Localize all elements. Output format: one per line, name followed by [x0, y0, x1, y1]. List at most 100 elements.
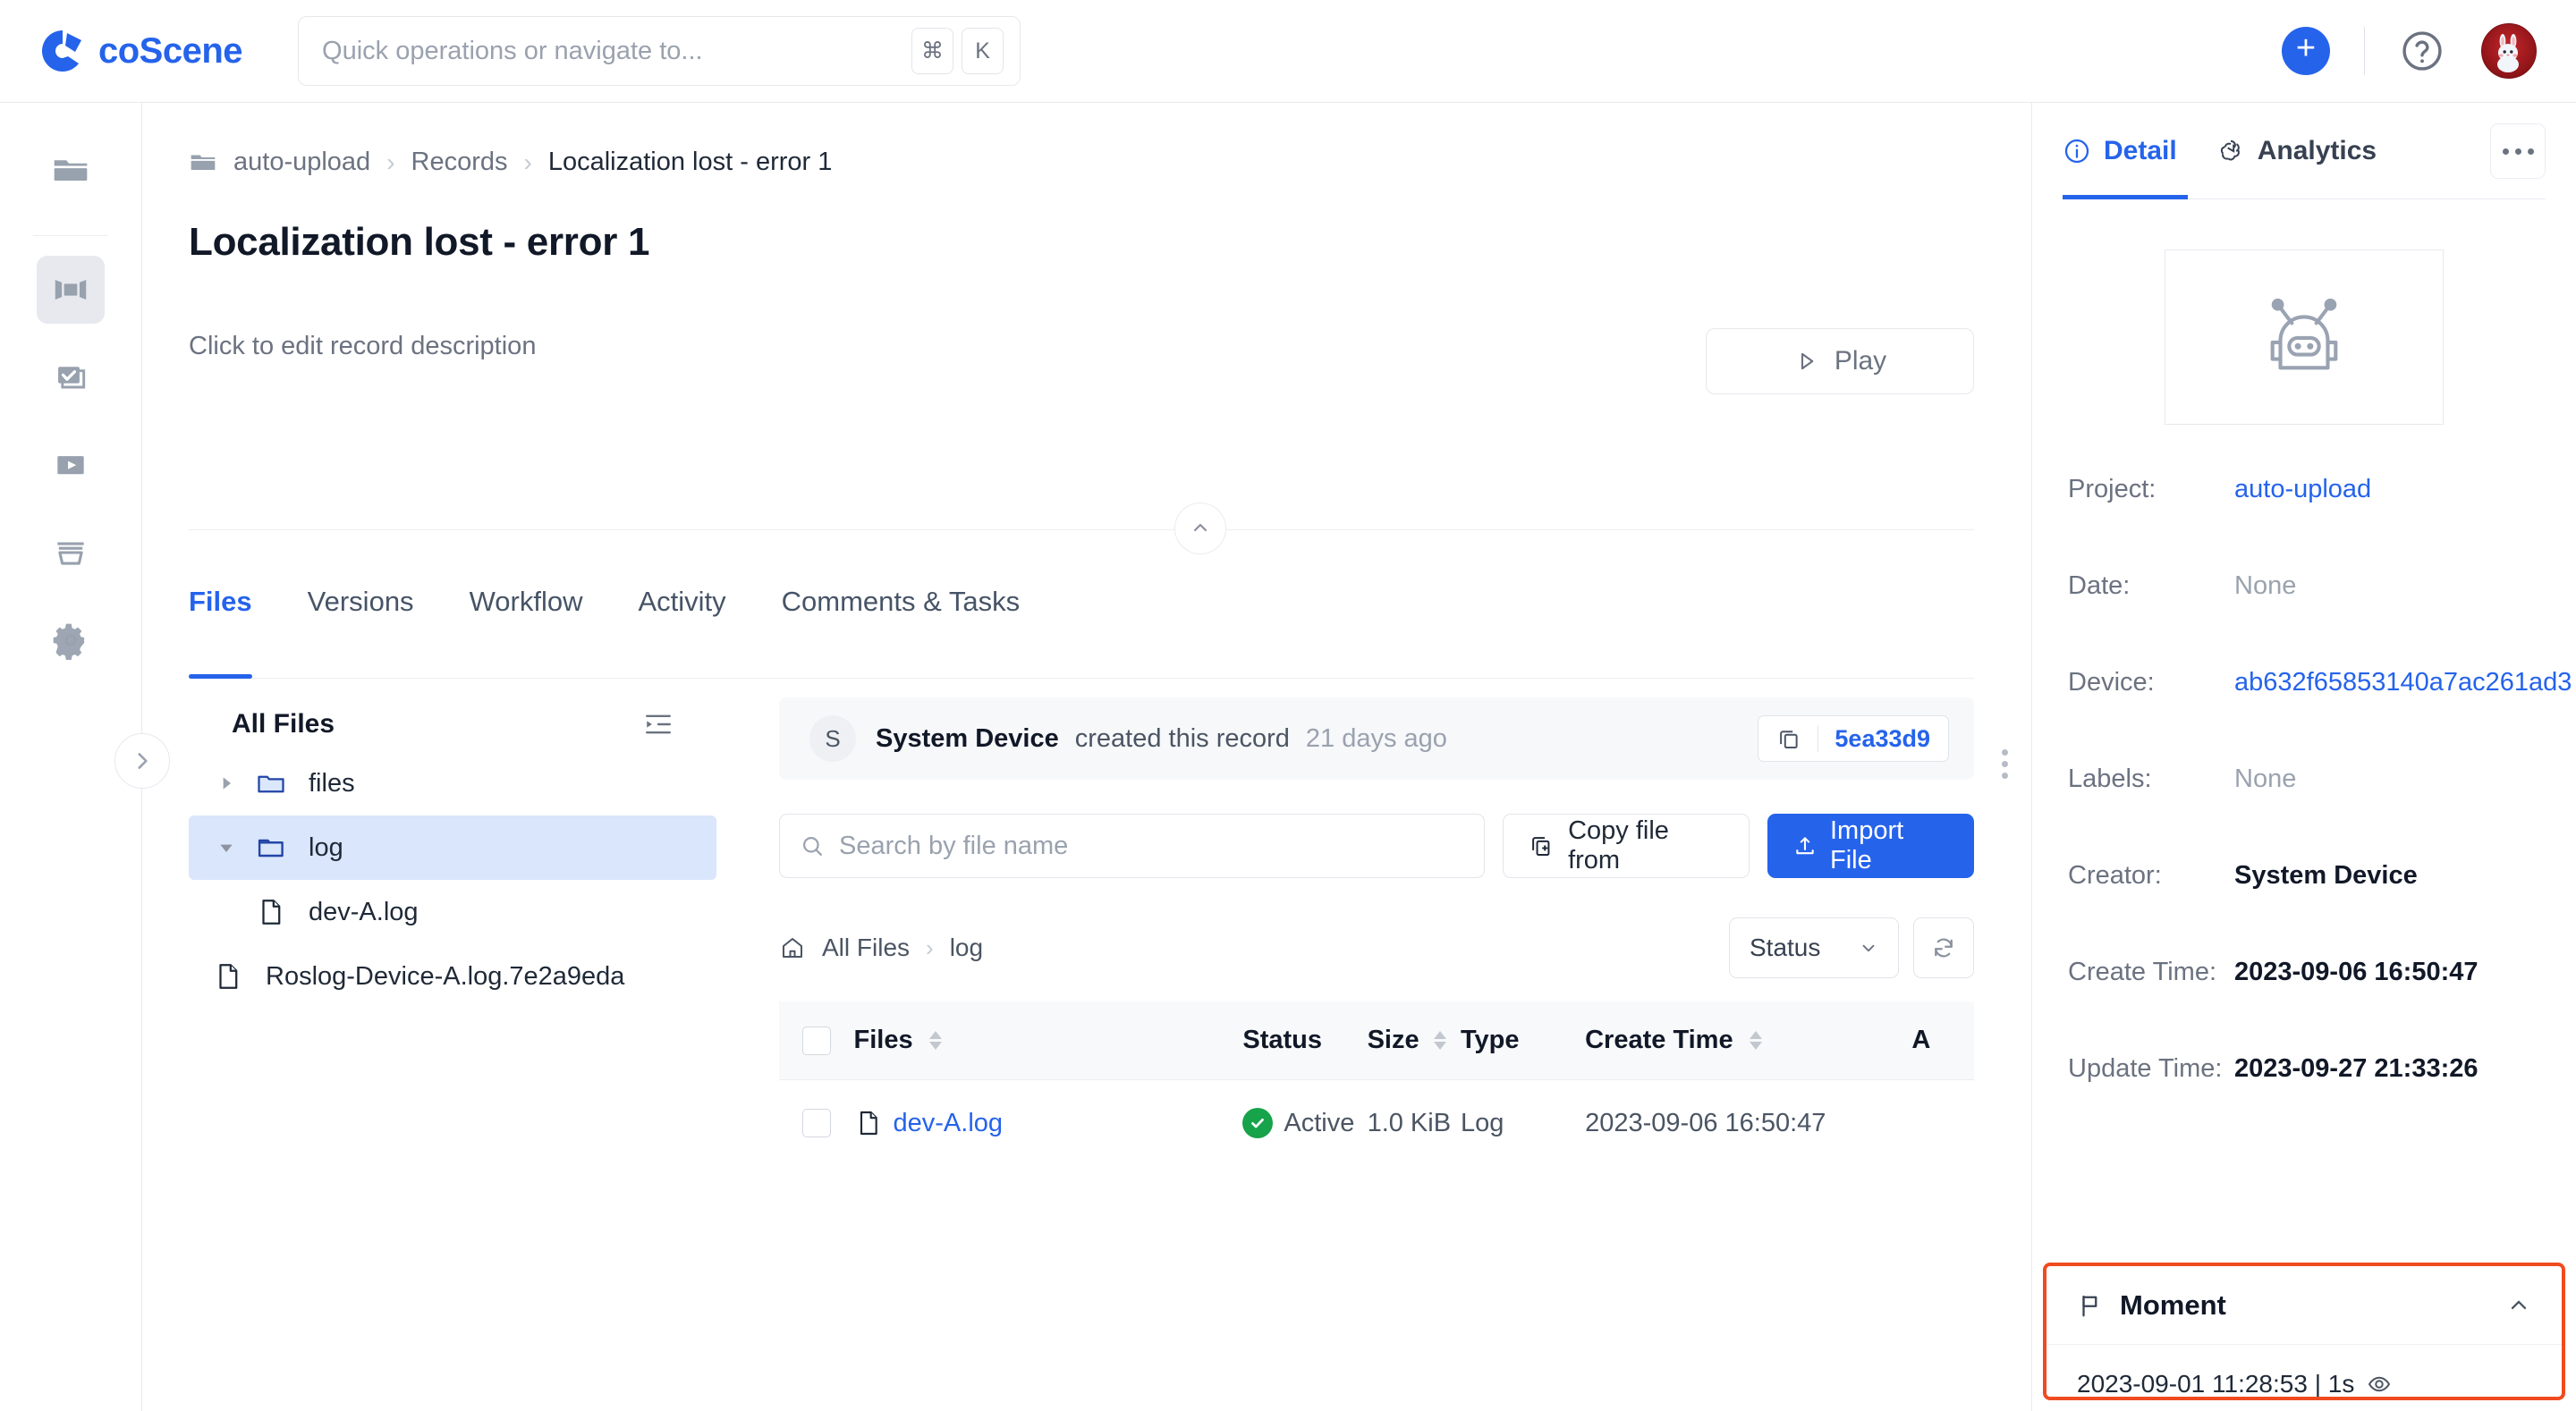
file-icon: [205, 961, 251, 992]
meta-value-creator: System Device: [2234, 861, 2418, 890]
chevron-down-icon[interactable]: [205, 839, 248, 857]
main-content: auto-upload › Records › Localization los…: [142, 103, 2031, 1411]
tab-files[interactable]: Files: [189, 586, 252, 679]
rabbit-avatar-icon: [2497, 34, 2519, 72]
add-button[interactable]: +: [2282, 27, 2330, 75]
gear-icon: [53, 623, 85, 660]
tab-versions[interactable]: Versions: [308, 586, 414, 678]
breadcrumb-separator: ›: [926, 934, 934, 961]
home-icon[interactable]: [779, 934, 806, 961]
play-button-label: Play: [1834, 346, 1887, 376]
tree-node-files[interactable]: files: [189, 751, 716, 815]
collapse-header-button[interactable]: [1174, 503, 1226, 554]
top-bar-actions: +: [2282, 23, 2537, 79]
column-create-time[interactable]: Create Time: [1585, 1026, 1911, 1055]
sidebar-item-playback[interactable]: [37, 431, 105, 499]
more-vertical-icon: [2002, 761, 2008, 767]
breadcrumb: auto-upload › Records › Localization los…: [189, 148, 2031, 177]
chevron-down-icon: [1862, 944, 1875, 952]
moment-timestamp: 2023-09-01 11:28:53 | 1s: [2077, 1370, 2355, 1398]
meta-value-labels: None: [2234, 765, 2297, 793]
tab-workflow[interactable]: Workflow: [470, 586, 583, 678]
omnibox[interactable]: Quick operations or navigate to... ⌘ K: [298, 16, 1021, 86]
analytics-knot-icon: [2220, 139, 2240, 161]
activity-banner: S System Device created this record 21 d…: [779, 697, 1974, 780]
help-circle-icon: [2402, 31, 2442, 71]
tree-node-dev-a-log[interactable]: dev-A.log: [189, 880, 716, 944]
activity-time: 21 days ago: [1305, 723, 1447, 753]
sidebar-item-records[interactable]: [37, 256, 105, 324]
top-bar: coScene Quick operations or navigate to.…: [0, 0, 2576, 103]
moment-panel: Moment 2023-09-01 11:28:53 | 1s Localiza…: [2043, 1263, 2565, 1400]
tab-detail[interactable]: Detail: [2063, 136, 2177, 166]
meta-value-device[interactable]: ab632f65853140a7ac261ad3: [2234, 668, 2572, 697]
files-breadcrumb-current: log: [949, 934, 984, 961]
meta-row-project: Project: auto-upload: [2068, 475, 2372, 504]
tab-analytics[interactable]: Analytics: [2216, 136, 2377, 166]
detail-more-button[interactable]: [2490, 123, 2546, 179]
info-circle-icon: [2064, 139, 2089, 164]
tree-node-log[interactable]: log: [189, 815, 716, 880]
play-button[interactable]: Play: [1706, 328, 1974, 394]
divider: [2364, 27, 2365, 75]
search-input[interactable]: Search by file name: [779, 814, 1486, 878]
column-size[interactable]: Size: [1368, 1026, 1461, 1055]
cell-create-time: 2023-09-06 16:50:47: [1585, 1108, 1826, 1137]
chevron-up-icon[interactable]: [2506, 1293, 2531, 1318]
row-checkbox[interactable]: [779, 1109, 854, 1137]
chevron-right-icon[interactable]: [205, 774, 248, 792]
meta-value-project[interactable]: auto-upload: [2234, 475, 2371, 504]
meta-row-labels: Labels: None: [2068, 765, 2297, 793]
tree-node-roslog-device-a[interactable]: Roslog-Device-A.log.7e2a9eda: [189, 944, 716, 1009]
more-horizontal-icon: [2527, 148, 2534, 155]
status-filter-select[interactable]: Status: [1729, 917, 1899, 978]
refresh-button[interactable]: [1913, 917, 1974, 978]
files-breadcrumb-all[interactable]: All Files: [822, 934, 910, 962]
more-vertical-icon: [2002, 773, 2008, 779]
import-file-button[interactable]: Import File: [1767, 814, 1974, 878]
play-triangle-icon: [1801, 352, 1814, 370]
files-panel: S System Device created this record 21 d…: [779, 697, 2008, 1411]
tab-activity[interactable]: Activity: [638, 586, 725, 678]
coscene-logo-icon: [39, 28, 86, 74]
cell-file-name[interactable]: dev-A.log: [854, 1109, 1243, 1138]
files-more-button[interactable]: [2002, 749, 2008, 779]
brand[interactable]: coScene: [39, 28, 243, 74]
commit-chip[interactable]: 5ea33d9: [1758, 715, 1949, 762]
breadcrumb-item-project[interactable]: auto-upload: [233, 148, 370, 177]
column-files[interactable]: Files: [854, 1026, 1243, 1055]
sort-icon[interactable]: [928, 1031, 942, 1050]
avatar[interactable]: [2481, 23, 2537, 79]
robot-icon: [2270, 298, 2338, 370]
copy-icon[interactable]: [1776, 726, 1801, 751]
moment-header[interactable]: Moment: [2046, 1266, 2562, 1345]
copy-file-icon: [1529, 833, 1554, 858]
select-all-checkbox[interactable]: [779, 1026, 854, 1055]
help-button[interactable]: [2399, 28, 2445, 74]
folder-icon: [191, 154, 216, 170]
table-row[interactable]: dev-A.log Active 1.0 KiB Log 2023-09-06 …: [779, 1080, 1974, 1166]
sidebar-item-storage[interactable]: [37, 519, 105, 587]
tab-comments-tasks[interactable]: Comments & Tasks: [782, 586, 1020, 678]
breadcrumb-item-records[interactable]: Records: [411, 148, 508, 177]
eye-icon[interactable]: [2367, 1372, 2392, 1397]
file-tree-header: All Files: [189, 697, 716, 751]
sidebar-item-tasks[interactable]: [37, 343, 105, 411]
sidebar-item-projects[interactable]: [37, 137, 105, 205]
sort-icon[interactable]: [1433, 1031, 1446, 1050]
collapse-panel-icon[interactable]: [643, 709, 674, 739]
file-icon: [248, 897, 294, 927]
copy-file-from-button[interactable]: Copy file from: [1503, 814, 1750, 878]
commit-id[interactable]: 5ea33d9: [1835, 725, 1930, 753]
record-thumbnail: [2165, 249, 2444, 425]
sidebar-item-settings[interactable]: [37, 606, 105, 674]
folder-open-icon: [248, 832, 294, 864]
table-header-row: Files Status Size Type Create Time A: [779, 1001, 1974, 1080]
avatar: S: [809, 715, 856, 762]
column-type: Type: [1460, 1026, 1520, 1054]
chevron-right-icon: [138, 753, 148, 769]
meta-value-update-time: 2023-09-27 21:33:26: [2234, 1054, 2479, 1083]
sort-icon[interactable]: [1749, 1031, 1762, 1050]
rail-collapse-button[interactable]: [114, 733, 170, 789]
kbd-command: ⌘: [911, 28, 954, 74]
